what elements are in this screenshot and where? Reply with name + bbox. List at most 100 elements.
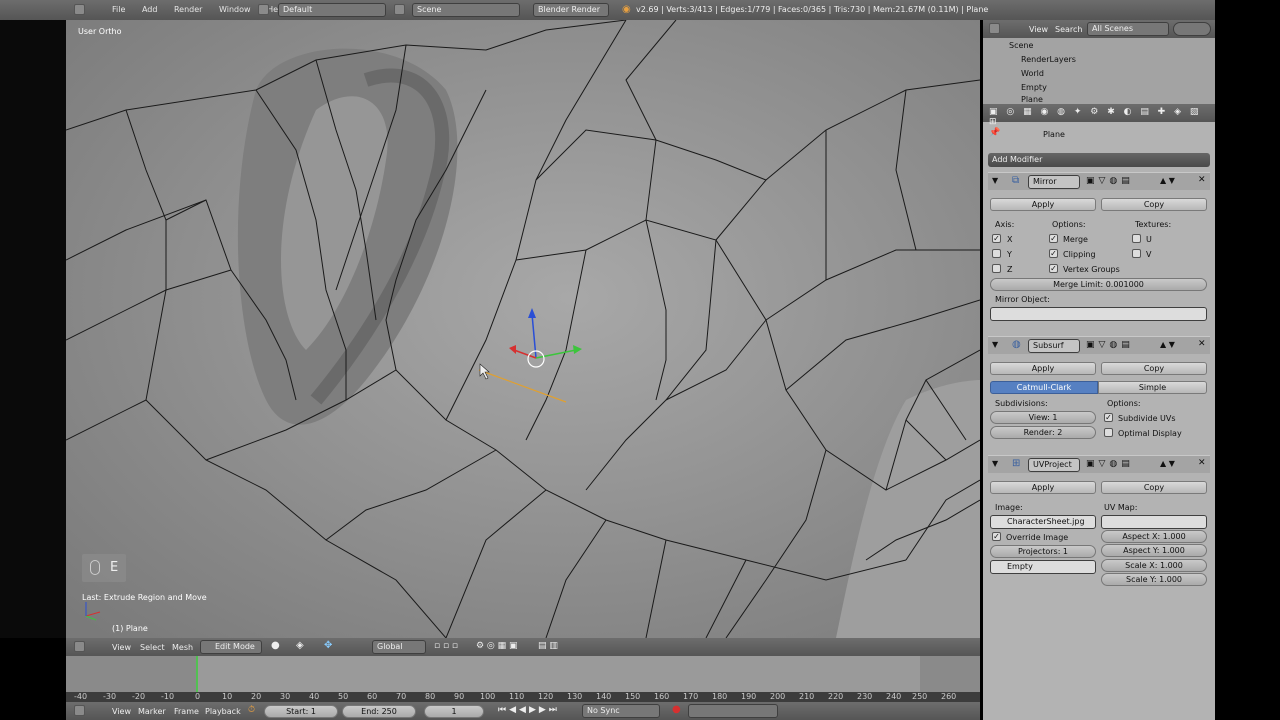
aspect-y-field[interactable]: Aspect Y: 1.000 <box>1101 544 1207 557</box>
editor-type-icon[interactable] <box>74 4 85 15</box>
select-mode-icons[interactable]: ▫ ▫ ▫ <box>434 641 458 651</box>
view-levels-field[interactable]: View: 1 <box>990 411 1096 424</box>
clipping-checkbox[interactable]: ✓ <box>1049 249 1058 258</box>
menu-render[interactable]: Render <box>174 5 202 14</box>
modifier-toggle-icons[interactable]: ▣▽◍▤ <box>1086 459 1134 469</box>
outliner-filter[interactable]: All Scenes <box>1087 22 1169 36</box>
mode-selector[interactable]: Edit Mode <box>200 640 262 654</box>
menu-add[interactable]: Add <box>142 5 158 14</box>
subsurf-apply-button[interactable]: Apply <box>990 362 1096 375</box>
scale-x-field[interactable]: Scale X: 1.000 <box>1101 559 1207 572</box>
snap-icons[interactable]: ⚙ ◎ ▦ ▣ <box>476 641 518 651</box>
playback-controls[interactable]: ⏮◀◀▶▶⏭ <box>498 705 560 715</box>
uvproject-apply-button[interactable]: Apply <box>990 481 1096 494</box>
aspect-x-field[interactable]: Aspect X: 1.000 <box>1101 530 1207 543</box>
editor-type-icon-timeline[interactable] <box>74 705 85 716</box>
subsurf-header[interactable]: ▼ ◍ Subsurf ▣▽◍▤ ▲ ▼ ✕ <box>988 336 1210 354</box>
outliner-item-plane[interactable]: Plane <box>983 95 1215 104</box>
optimal-display-checkbox[interactable] <box>1104 428 1113 437</box>
catmull-clark-tab[interactable]: Catmull-Clark <box>990 381 1098 394</box>
projector-object-field[interactable]: Empty <box>990 560 1096 574</box>
simple-tab[interactable]: Simple <box>1098 381 1207 394</box>
mirror-object-field[interactable] <box>990 307 1207 321</box>
end-frame-field[interactable]: End: 250 <box>342 705 416 718</box>
render-icons[interactable]: ▤ ▥ <box>538 641 558 651</box>
subdivide-uvs-checkbox[interactable]: ✓ <box>1104 413 1113 422</box>
texture-u-checkbox[interactable] <box>1132 234 1141 243</box>
playhead[interactable] <box>196 656 198 692</box>
timeline-view-menu[interactable]: View <box>112 707 131 716</box>
scene-icon[interactable] <box>394 4 405 15</box>
layout-icon[interactable] <box>258 4 269 15</box>
uvproject-copy-button[interactable]: Copy <box>1101 481 1207 494</box>
layout-selector[interactable]: Default <box>278 3 386 17</box>
pivot-icon[interactable]: ◈ <box>296 640 304 651</box>
move-arrows-icon[interactable]: ▲ ▼ <box>1160 459 1175 468</box>
outliner-item-scene[interactable]: Scene <box>983 40 1215 52</box>
timeline-playback-menu[interactable]: Playback <box>205 707 241 716</box>
axis-x-checkbox[interactable]: ✓ <box>992 234 1001 243</box>
scale-y-field[interactable]: Scale Y: 1.000 <box>1101 573 1207 586</box>
start-frame-field[interactable]: Start: 1 <box>264 705 338 718</box>
remove-modifier-icon[interactable]: ✕ <box>1198 175 1206 185</box>
view-menu[interactable]: View <box>112 643 131 652</box>
outliner-search-menu[interactable]: Search <box>1055 25 1082 34</box>
axis-y-checkbox[interactable] <box>992 249 1001 258</box>
modifier-toggle-icons[interactable]: ▣▽◍▤ <box>1086 176 1134 186</box>
manipulator-icon[interactable]: ✥ <box>324 640 332 651</box>
outliner-item-empty[interactable]: Empty <box>983 82 1215 94</box>
select-menu[interactable]: Select <box>140 643 165 652</box>
sync-selector[interactable]: No Sync <box>582 704 660 718</box>
mesh-menu[interactable]: Mesh <box>172 643 193 652</box>
merge-limit-field[interactable]: Merge Limit: 0.001000 <box>990 278 1207 291</box>
collapse-icon[interactable]: ▼ <box>992 459 998 468</box>
outliner-item-renderlayers[interactable]: RenderLayers <box>983 54 1215 66</box>
add-modifier-button[interactable]: Add Modifier <box>988 153 1210 167</box>
move-arrows-icon[interactable]: ▲ ▼ <box>1160 340 1175 349</box>
texture-v-checkbox[interactable] <box>1132 249 1141 258</box>
axis-z-checkbox[interactable] <box>992 264 1001 273</box>
mirror-header[interactable]: ▼ ⧉ Mirror ▣▽◍▤ ▲ ▼ ✕ <box>988 172 1210 190</box>
outliner[interactable]: View Search All Scenes Scene RenderLayer… <box>983 20 1215 104</box>
mirror-copy-button[interactable]: Copy <box>1101 198 1207 211</box>
merge-checkbox[interactable]: ✓ <box>1049 234 1058 243</box>
vertex-groups-checkbox[interactable]: ✓ <box>1049 264 1058 273</box>
menu-file[interactable]: File <box>112 5 125 14</box>
remove-modifier-icon[interactable]: ✕ <box>1198 339 1206 349</box>
uvproject-name-field[interactable]: UVProject <box>1028 458 1080 472</box>
timeline-frame-menu[interactable]: Frame <box>174 707 199 716</box>
outliner-search-input[interactable] <box>1173 22 1211 36</box>
pin-icon[interactable]: 📌 <box>989 128 1000 138</box>
override-image-checkbox[interactable]: ✓ <box>992 532 1001 541</box>
collapse-icon[interactable]: ▼ <box>992 340 998 349</box>
image-field[interactable]: CharacterSheet.jpg <box>990 515 1096 529</box>
shading-icon[interactable]: ● <box>271 640 280 651</box>
projectors-field[interactable]: Projectors: 1 <box>990 545 1096 558</box>
move-arrows-icon[interactable]: ▲ ▼ <box>1160 176 1175 185</box>
timeline-marker-menu[interactable]: Marker <box>138 707 166 716</box>
current-frame-field[interactable]: 1 <box>424 705 484 718</box>
viewport[interactable]: User Ortho E Last: Extrude Region and Mo… <box>66 20 980 638</box>
uv-map-field[interactable] <box>1101 515 1207 529</box>
outliner-view-menu[interactable]: View <box>1029 25 1048 34</box>
scene-selector[interactable]: Scene <box>412 3 520 17</box>
menu-window[interactable]: Window <box>219 5 251 14</box>
render-engine-selector[interactable]: Blender Render <box>533 3 609 17</box>
collapse-icon[interactable]: ▼ <box>992 176 998 185</box>
uvproject-header[interactable]: ▼ ⊞ UVProject ▣▽◍▤ ▲ ▼ ✕ <box>988 455 1210 473</box>
subsurf-copy-button[interactable]: Copy <box>1101 362 1207 375</box>
remove-modifier-icon[interactable]: ✕ <box>1198 458 1206 468</box>
record-icon[interactable]: ● <box>672 704 681 715</box>
render-levels-field[interactable]: Render: 2 <box>990 426 1096 439</box>
outliner-type-icon[interactable] <box>989 23 1000 34</box>
keying-set-field[interactable] <box>688 704 778 718</box>
mirror-name-field[interactable]: Mirror <box>1028 175 1080 189</box>
mirror-apply-button[interactable]: Apply <box>990 198 1096 211</box>
orientation-selector[interactable]: Global <box>372 640 426 654</box>
outliner-item-world[interactable]: World <box>983 68 1215 80</box>
timeline[interactable]: -40 -30 -20 -10 0 10 20 30 40 50 60 70 8… <box>66 656 980 702</box>
mesh-wireframe[interactable] <box>66 20 980 638</box>
modifier-toggle-icons[interactable]: ▣▽◍▤ <box>1086 340 1134 350</box>
preview-range-icon[interactable]: ⏱ <box>248 705 255 715</box>
subsurf-name-field[interactable]: Subsurf <box>1028 339 1080 353</box>
